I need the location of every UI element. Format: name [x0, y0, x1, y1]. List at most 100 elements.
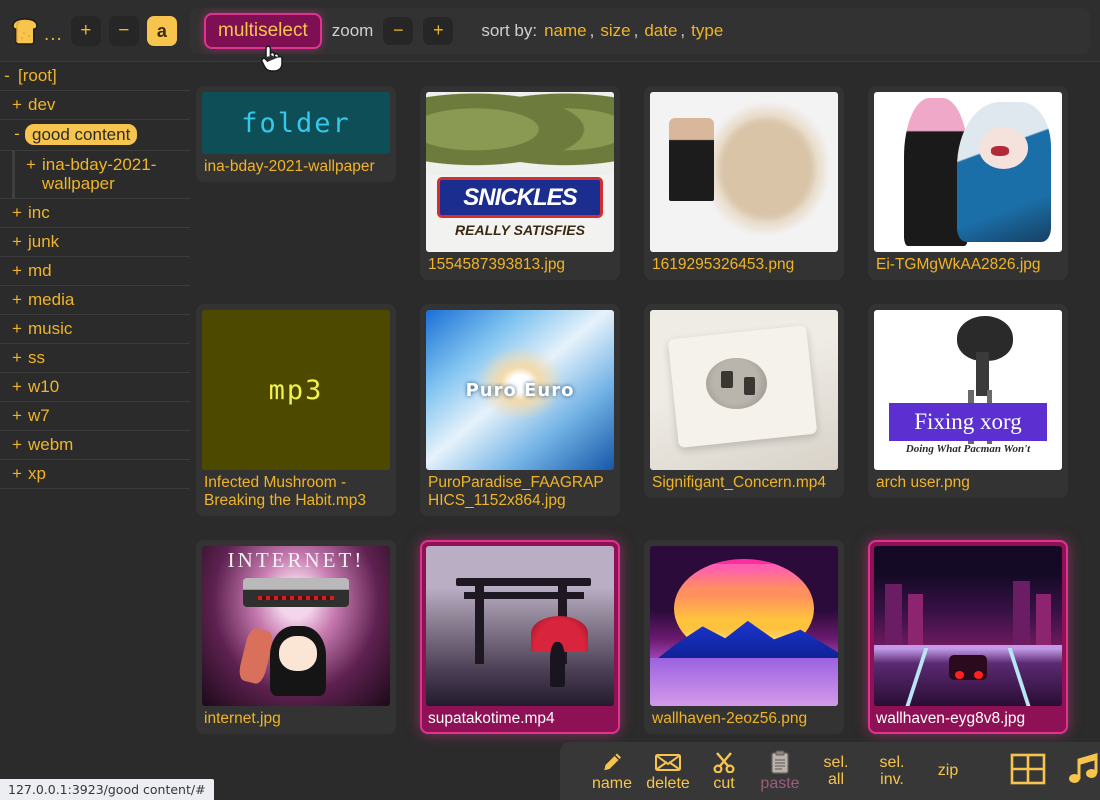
file-thumbnail[interactable] [874, 546, 1062, 706]
zip-label: zip [938, 763, 958, 779]
sidebar-item-label: ss [28, 348, 45, 367]
sidebar-item-w7[interactable]: +w7 [0, 402, 190, 431]
sidebar-item-ss[interactable]: + ss [0, 344, 190, 373]
sidebar-item-music[interactable]: +music [0, 315, 190, 344]
sidebar-item-media[interactable]: + media [0, 286, 190, 315]
file-tile[interactable]: Puro EuroPuroParadise_FAAGRAPHICS_1152x8… [420, 304, 620, 516]
sort-by-label: sort by: [481, 21, 537, 41]
file-thumbnail[interactable] [650, 546, 838, 706]
tree-twisty-expand[interactable]: + [12, 406, 22, 425]
tree-twisty-expand[interactable]: + [12, 435, 22, 454]
file-grid: folderina-bday-2021-wallpaperSNICKLESREA… [196, 86, 1096, 734]
zoom-out-button[interactable]: − [383, 17, 413, 45]
tree-twisty-expand[interactable]: + [12, 290, 22, 309]
file-thumbnail[interactable] [650, 310, 838, 470]
sidebar-item-label: w10 [28, 377, 59, 396]
sidebar-item-dev[interactable]: +dev [0, 91, 190, 120]
zip-button[interactable]: zip [920, 763, 976, 779]
paste-button[interactable]: paste [752, 750, 808, 792]
file-manager-app: ... + − a multiselect zoom − + sort by: … [0, 0, 1100, 800]
tree-twisty-expand[interactable]: + [12, 464, 22, 483]
tree-twisty-expand[interactable]: + [12, 95, 22, 114]
file-name-label: Infected Mushroom - Breaking the Habit.m… [202, 470, 390, 512]
file-tile[interactable]: Fixing xorgDoing What Pacman Won'tarch u… [868, 304, 1068, 498]
file-thumbnail[interactable]: folder [202, 92, 390, 154]
sidebar-item-webm[interactable]: + webm [0, 431, 190, 460]
sidebar-item-label: inc [28, 203, 50, 222]
sidebar-item-junk[interactable]: +junk [0, 228, 190, 257]
file-name-label: Ei-TGMgWkAA2826.jpg [874, 252, 1062, 276]
music-note-icon [1065, 752, 1100, 791]
file-name-label: wallhaven-eyg8v8.jpg [874, 706, 1062, 730]
zoom-in-button[interactable]: + [423, 17, 453, 45]
snickles-tagline-text: REALLY SATISFIES [426, 222, 614, 238]
sidebar-item-inc[interactable]: + inc [0, 199, 190, 228]
sort-separator-2: , [634, 21, 639, 41]
sidebar-item-xp[interactable]: +xp [0, 460, 190, 489]
file-tile[interactable]: wallhaven-2eoz56.png [644, 540, 844, 734]
remove-button[interactable]: − [109, 16, 139, 46]
tree-twisty-expand[interactable]: + [12, 348, 22, 367]
sidebar-item-root[interactable]: -[root] [0, 62, 190, 91]
tree-twisty-expand[interactable]: + [12, 232, 22, 251]
file-tile[interactable]: Signifigant_Concern.mp4 [644, 304, 844, 498]
sidebar-item-good-content[interactable]: -good content [0, 120, 190, 151]
rename-button[interactable]: name [584, 750, 640, 792]
file-tile[interactable]: wallhaven-eyg8v8.jpg [868, 540, 1068, 734]
delete-button[interactable]: delete [640, 750, 696, 792]
file-name-label: supatakotime.mp4 [426, 706, 614, 730]
folder-tree-sidebar[interactable]: -[root]+dev-good content+ina-bday-2021-w… [0, 62, 190, 800]
folder-tile[interactable]: folderina-bday-2021-wallpaper [196, 86, 396, 182]
text-mode-button[interactable]: a [147, 16, 177, 46]
sidebar-item-w10[interactable]: + w10 [0, 373, 190, 402]
tree-twisty-expand[interactable]: + [12, 377, 22, 396]
app-logo[interactable]: ... [10, 17, 63, 45]
file-tile[interactable]: Ei-TGMgWkAA2826.jpg [868, 86, 1068, 280]
tree-twisty-collapse[interactable]: - [2, 66, 12, 85]
sort-controls: sort by: name , size , date , type [481, 21, 723, 41]
file-name-label: ina-bday-2021-wallpaper [202, 154, 390, 178]
multiselect-button[interactable]: multiselect [204, 13, 322, 49]
select-invert-label-line1: sel. [880, 755, 905, 771]
top-toolbar: ... + − a multiselect zoom − + sort by: … [0, 0, 1100, 62]
file-tile[interactable]: 1619295326453.png [644, 86, 844, 280]
file-tile[interactable]: SNICKLESREALLY SATISFIES1554587393813.jp… [420, 86, 620, 280]
file-tile[interactable]: supatakotime.mp4 [420, 540, 620, 734]
file-thumbnail[interactable] [874, 92, 1062, 252]
cut-button[interactable]: cut [696, 750, 752, 792]
sidebar-item-label: media [28, 290, 74, 309]
add-button[interactable]: + [71, 16, 101, 46]
file-thumbnail[interactable]: SNICKLESREALLY SATISFIES [426, 92, 614, 252]
sort-by-type[interactable]: type [691, 21, 723, 41]
select-all-button[interactable]: sel. all [808, 755, 864, 788]
select-invert-label-line2: inv. [880, 772, 904, 788]
sidebar-item-md[interactable]: +md [0, 257, 190, 286]
select-invert-button[interactable]: sel. inv. [864, 755, 920, 788]
sort-by-size[interactable]: size [600, 21, 630, 41]
tree-twisty-expand[interactable]: + [12, 319, 22, 338]
sort-by-name[interactable]: name [544, 21, 587, 41]
file-thumbnail[interactable] [650, 92, 838, 252]
sort-by-date[interactable]: date [644, 21, 677, 41]
file-thumbnail[interactable]: INTERNET! [202, 546, 390, 706]
menu-dots-label: ... [44, 30, 63, 40]
toolbar-right-group: multiselect zoom − + sort by: name , siz… [190, 8, 1090, 54]
file-thumbnail[interactable]: mp3 [202, 310, 390, 470]
file-thumbnail[interactable] [426, 546, 614, 706]
tree-twisty-expand[interactable]: + [12, 261, 22, 280]
sidebar-item-ina-bday-2021-wallpaper[interactable]: +ina-bday-2021-wallpaper [0, 151, 190, 199]
sidebar-item-label: webm [28, 435, 73, 454]
file-tile[interactable]: mp3 Infected Mushroom - Breaking the Habi… [196, 304, 396, 516]
file-thumbnail[interactable]: Puro Euro [426, 310, 614, 470]
music-view-button[interactable] [1056, 752, 1100, 791]
file-name-label: 1554587393813.jpg [426, 252, 614, 276]
tree-twisty-expand[interactable]: + [12, 203, 22, 222]
rename-label: name [592, 775, 632, 792]
grid-view-button[interactable] [1000, 752, 1056, 791]
tree-twisty-collapse[interactable]: - [12, 124, 22, 143]
paste-label: paste [760, 775, 799, 792]
file-thumbnail[interactable]: Fixing xorgDoing What Pacman Won't [874, 310, 1062, 470]
audio-placeholder-label: mp3 [269, 375, 324, 406]
file-tile[interactable]: INTERNET!internet.jpg [196, 540, 396, 734]
tree-twisty-expand[interactable]: + [26, 155, 36, 174]
